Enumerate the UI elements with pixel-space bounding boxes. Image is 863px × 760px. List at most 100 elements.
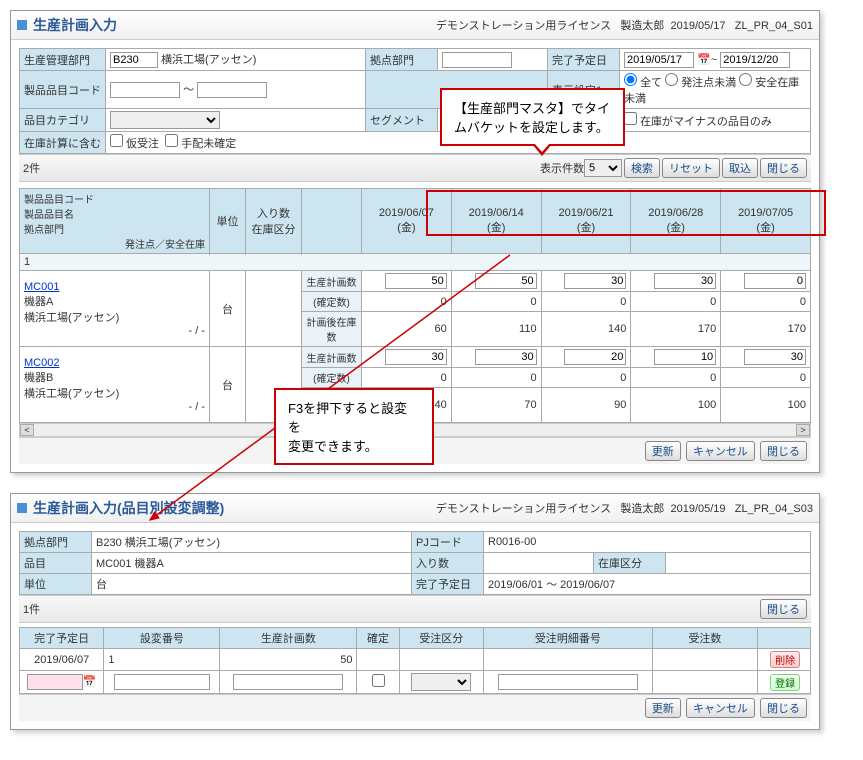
prod-dept-code[interactable] — [110, 52, 158, 68]
p2-item: MC001 機器A — [92, 553, 412, 574]
row1-code-link[interactable]: MC001 — [24, 281, 59, 293]
p2-close-button2[interactable]: 閉じる — [760, 698, 807, 718]
done-date-from[interactable] — [624, 52, 694, 68]
grid-date-0: 2019/06/07(金) — [362, 189, 452, 254]
grid-date-1: 2019/06/14(金) — [451, 189, 541, 254]
item-cat-select[interactable] — [110, 111, 220, 129]
r2-plan-0[interactable] — [385, 349, 447, 365]
item-code-from[interactable] — [110, 82, 180, 98]
done-date-label: 完了予定日 — [548, 49, 620, 71]
callout-time-bucket: 【生産部門マスタ】でタイムバケットを設定します。 — [440, 88, 625, 146]
panel1-header: 生産計画入力 デモンストレーション用ライセンス 製造太郎 2019/05/17 … — [11, 11, 819, 40]
callout-f3: F3を押下すると設変を 変更できます。 — [274, 388, 434, 465]
disp1-op1[interactable]: 発注点未満 — [665, 77, 736, 89]
p2-cancel-button[interactable]: キャンセル — [686, 698, 755, 718]
include-c1[interactable]: 仮受注 — [110, 138, 159, 150]
p2-unit-label: 単位 — [20, 574, 92, 595]
p2-pj: R0016-00 — [484, 532, 811, 553]
prod-dept-name: 横浜工場(アッセン) — [161, 54, 256, 66]
grid-h-code: 製品品目コード — [24, 195, 94, 206]
close-button[interactable]: 閉じる — [760, 158, 807, 178]
panel1-meta: デモンストレーション用ライセンス 製造太郎 2019/05/17 ZL_PR_0… — [436, 17, 813, 33]
r1-plan-1[interactable] — [475, 273, 537, 289]
include-label: 在庫計算に含む — [20, 132, 106, 154]
calendar-icon[interactable]: 📅 — [83, 676, 97, 688]
search-button[interactable]: 検索 — [624, 158, 660, 178]
scroll-right-icon[interactable]: > — [796, 424, 810, 436]
r2-plan-2[interactable] — [564, 349, 626, 365]
grid-h-stk: 在庫区分 — [252, 224, 296, 236]
p2-close-button[interactable]: 閉じる — [760, 599, 807, 619]
g2-h-plan: 生産計画数 — [220, 628, 357, 649]
row1-info: MC001 機器A 横浜工場(アッセン) - / - — [20, 271, 210, 347]
item-code-to[interactable] — [197, 82, 267, 98]
new-date-input[interactable] — [27, 674, 83, 690]
group-no: 1 — [20, 254, 811, 271]
r2-plan-3[interactable] — [654, 349, 716, 365]
p2-qty-label: 入り数 — [412, 553, 484, 574]
panel-item-adjust: 生産計画入力(品目別設変調整) デモンストレーション用ライセンス 製造太郎 20… — [10, 493, 820, 730]
g2-row-new: 📅 登録 — [20, 671, 811, 694]
adjust-grid: 完了予定日 設変番号 生産計画数 確定 受注区分 受注明細番号 受注数 2019… — [19, 627, 811, 694]
item-code-label: 製品品目コード — [20, 71, 106, 109]
p2-base-dept: B230 横浜工場(アッセン) — [92, 532, 412, 553]
new-rev-input[interactable] — [114, 674, 210, 690]
p2-stk-label: 在庫区分 — [594, 553, 666, 574]
panel2-form: 拠点部門 B230 横浜工場(アッセン) PJコード R0016-00 品目 M… — [19, 531, 811, 595]
include-c2[interactable]: 手配未確定 — [165, 138, 236, 150]
g2-h-fix: 確定 — [357, 628, 399, 649]
g2-row1: 2019/06/07 1 50 削除 — [20, 649, 811, 671]
grid-h-dept: 拠点部門 — [24, 225, 64, 236]
new-odtl-input[interactable] — [498, 674, 638, 690]
r1-plan-3[interactable] — [654, 273, 716, 289]
header-icon — [17, 503, 27, 513]
grid-h-unit: 単位 — [210, 189, 246, 254]
p2-done: 2019/06/01 ～ 2019/06/07 — [484, 574, 811, 595]
row2-info: MC002 機器B 横浜工場(アッセン) - / - — [20, 347, 210, 423]
page-size-select[interactable]: 5 — [584, 159, 622, 177]
disp1-all[interactable]: 全て — [624, 77, 662, 89]
import-button[interactable]: 取込 — [722, 158, 758, 178]
base-dept-input[interactable] — [442, 52, 512, 68]
add-button[interactable]: 登録 — [770, 674, 800, 691]
record-count: 2件 — [23, 160, 40, 176]
panel2-toolbar: 1件 閉じる — [19, 595, 811, 623]
g2-h-ocls: 受注区分 — [399, 628, 483, 649]
p2-pj-label: PJコード — [412, 532, 484, 553]
disp2-chk[interactable]: 在庫がマイナスの品目のみ — [624, 116, 772, 128]
done-date-to[interactable] — [720, 52, 790, 68]
calendar-icon[interactable]: 📅 — [697, 54, 711, 66]
p2-update-button[interactable]: 更新 — [645, 698, 681, 718]
grid-date-2: 2019/06/21(金) — [541, 189, 631, 254]
update-button[interactable]: 更新 — [645, 441, 681, 461]
delete-button[interactable]: 削除 — [770, 651, 800, 668]
reset-button[interactable]: リセット — [662, 158, 720, 178]
p2-base-dept-label: 拠点部門 — [20, 532, 92, 553]
r2-plan-4[interactable] — [744, 349, 806, 365]
panel1-toolbar: 2件 表示件数 5 検索 リセット 取込 閉じる — [19, 154, 811, 182]
row2-code-link[interactable]: MC002 — [24, 357, 59, 369]
grid-date-4: 2019/07/05(金) — [721, 189, 811, 254]
grid-h-reorder: 発注点／安全在庫 — [24, 236, 205, 251]
panel2-title: 生産計画入力(品目別設変調整) — [33, 498, 436, 518]
page-size-label: 表示件数 — [540, 160, 584, 176]
grid-h-qty: 入り数 — [257, 208, 290, 220]
p2-unit: 台 — [92, 574, 412, 595]
g2-h-odtl: 受注明細番号 — [483, 628, 652, 649]
cancel-button[interactable]: キャンセル — [686, 441, 755, 461]
panel2-footer: 更新 キャンセル 閉じる — [19, 694, 811, 721]
new-fix-check[interactable] — [372, 674, 385, 687]
new-plan-input[interactable] — [233, 674, 343, 690]
close-button2[interactable]: 閉じる — [760, 441, 807, 461]
r2-plan-1[interactable] — [475, 349, 537, 365]
r1-plan-2[interactable] — [564, 273, 626, 289]
r1-plan-0[interactable] — [385, 273, 447, 289]
new-ocls-select[interactable] — [411, 673, 471, 691]
g2-h-date: 完了予定日 — [20, 628, 104, 649]
grid-h-name: 製品品目名 — [24, 210, 74, 221]
base-dept-label: 拠点部門 — [366, 49, 438, 71]
scroll-left-icon[interactable]: < — [20, 424, 34, 436]
g2-h-rev: 設変番号 — [104, 628, 220, 649]
r1-plan-4[interactable] — [744, 273, 806, 289]
p2-item-label: 品目 — [20, 553, 92, 574]
